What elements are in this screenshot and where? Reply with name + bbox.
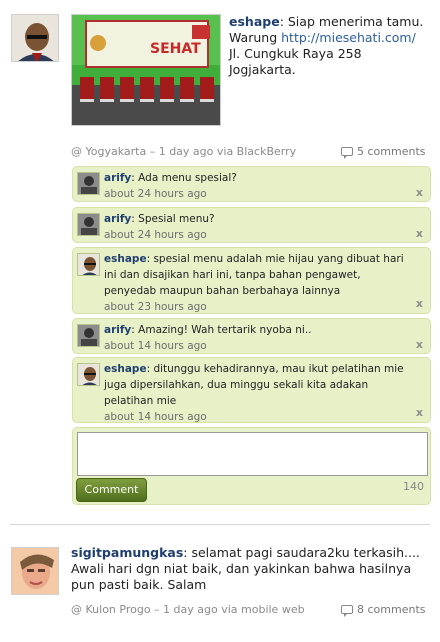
svg-text:SEHAT: SEHAT: [150, 41, 201, 57]
commenter-avatar-image: [78, 173, 99, 194]
avatar-eshape[interactable]: [11, 14, 59, 62]
comment-text: : Ada menu spesial?: [131, 172, 237, 184]
status-photo[interactable]: SEHAT: [71, 14, 221, 126]
status-text: eshape: Siap menerima tamu. Warung http:…: [229, 14, 429, 78]
comment-username[interactable]: arify: [104, 324, 131, 336]
character-count: 140: [403, 480, 424, 493]
commenter-avatar[interactable]: [77, 213, 100, 236]
status-meta: @ Yogyakarta – 1 day ago via BlackBerry: [71, 145, 296, 158]
comment-body: eshape: ditunggu kehadirannya, mau ikut …: [104, 361, 412, 425]
comment-body: arify: Amazing! Wah tertarik nyoba ni.. …: [104, 322, 412, 354]
comment-item: eshape: spesial menu adalah mie hijau ya…: [72, 247, 431, 314]
commenter-avatar-image: [78, 325, 99, 346]
comment-bubble-icon: [341, 147, 353, 159]
comments-count-link[interactable]: 5 comments: [341, 145, 426, 159]
comment-item: arify: Spesial menu? about 24 hours ago …: [72, 207, 431, 243]
comment-time: about 24 hours ago: [104, 188, 207, 200]
comments-count-label: 5 comments: [357, 145, 426, 158]
delete-comment-icon[interactable]: x: [416, 297, 423, 310]
comment-time: about 14 hours ago: [104, 340, 207, 352]
avatar-image: [12, 15, 58, 61]
comment-time: about 23 hours ago: [104, 301, 207, 313]
commenter-avatar[interactable]: [77, 363, 100, 386]
avatar-image: [12, 548, 58, 594]
meta-text[interactable]: @ Yogyakarta – 1 day ago via BlackBerry: [71, 145, 296, 158]
comment-body: arify: Spesial menu? about 24 hours ago: [104, 211, 412, 243]
comment-bubble-icon: [341, 605, 353, 617]
delete-comment-icon[interactable]: x: [416, 338, 423, 351]
comment-item: arify: Ada menu spesial? about 24 hours …: [72, 166, 431, 202]
delete-comment-icon[interactable]: x: [416, 186, 423, 199]
comment-text: : ditunggu kehadirannya, mau ikut pelati…: [104, 363, 404, 407]
comment-username[interactable]: eshape: [104, 363, 147, 375]
delete-comment-icon[interactable]: x: [416, 406, 423, 419]
delete-comment-icon[interactable]: x: [416, 227, 423, 240]
status-post: sigitpamungkas: selamat pagi saudara2ku …: [0, 540, 440, 640]
comment-text: : Amazing! Wah tertarik nyoba ni..: [131, 324, 312, 336]
commenter-avatar-image: [78, 364, 99, 385]
comment-body: arify: Ada menu spesial? about 24 hours …: [104, 170, 412, 202]
comment-username[interactable]: arify: [104, 213, 131, 225]
comment-submit-button[interactable]: Comment: [76, 478, 147, 502]
comment-text: : Spesial menu?: [131, 213, 215, 225]
status-post: SEHAT eshape: Siap menerima tamu. Warung…: [0, 0, 440, 170]
comment-time: about 14 hours ago: [104, 411, 207, 423]
comment-body: eshape: spesial menu adalah mie hijau ya…: [104, 251, 412, 315]
photo-image: SEHAT: [72, 15, 220, 125]
comments-count-label: 8 comments: [357, 603, 426, 616]
comment-username[interactable]: eshape: [104, 253, 147, 265]
comment-username[interactable]: arify: [104, 172, 131, 184]
commenter-avatar[interactable]: [77, 324, 100, 347]
username-link[interactable]: sigitpamungkas: [71, 545, 183, 560]
post-divider: [10, 524, 430, 525]
comment-time: about 24 hours ago: [104, 229, 207, 241]
status-text: sigitpamungkas: selamat pagi saudara2ku …: [71, 545, 433, 593]
status-meta: @ Kulon Progo – 1 day ago via mobile web: [71, 603, 305, 616]
username-link[interactable]: eshape: [229, 14, 280, 29]
commenter-avatar[interactable]: [77, 253, 100, 276]
avatar-sigitpamungkas[interactable]: [11, 547, 59, 595]
status-url-link[interactable]: http://miesehati.com/: [281, 30, 416, 45]
comment-item: eshape: ditunggu kehadirannya, mau ikut …: [72, 357, 431, 423]
status-text-after-link: Jl. Cungkuk Raya 258 Jogjakarta.: [229, 46, 362, 77]
commenter-avatar-image: [78, 214, 99, 235]
comment-form: Comment 140: [72, 427, 431, 505]
comment-item: arify: Amazing! Wah tertarik nyoba ni.. …: [72, 318, 431, 354]
comments-count-link[interactable]: 8 comments: [341, 603, 426, 617]
commenter-avatar[interactable]: [77, 172, 100, 195]
commenter-avatar-image: [78, 254, 99, 275]
comment-text: : spesial menu adalah mie hijau yang dib…: [104, 253, 404, 297]
meta-text[interactable]: @ Kulon Progo – 1 day ago via mobile web: [71, 603, 305, 616]
comment-input[interactable]: [77, 432, 428, 476]
